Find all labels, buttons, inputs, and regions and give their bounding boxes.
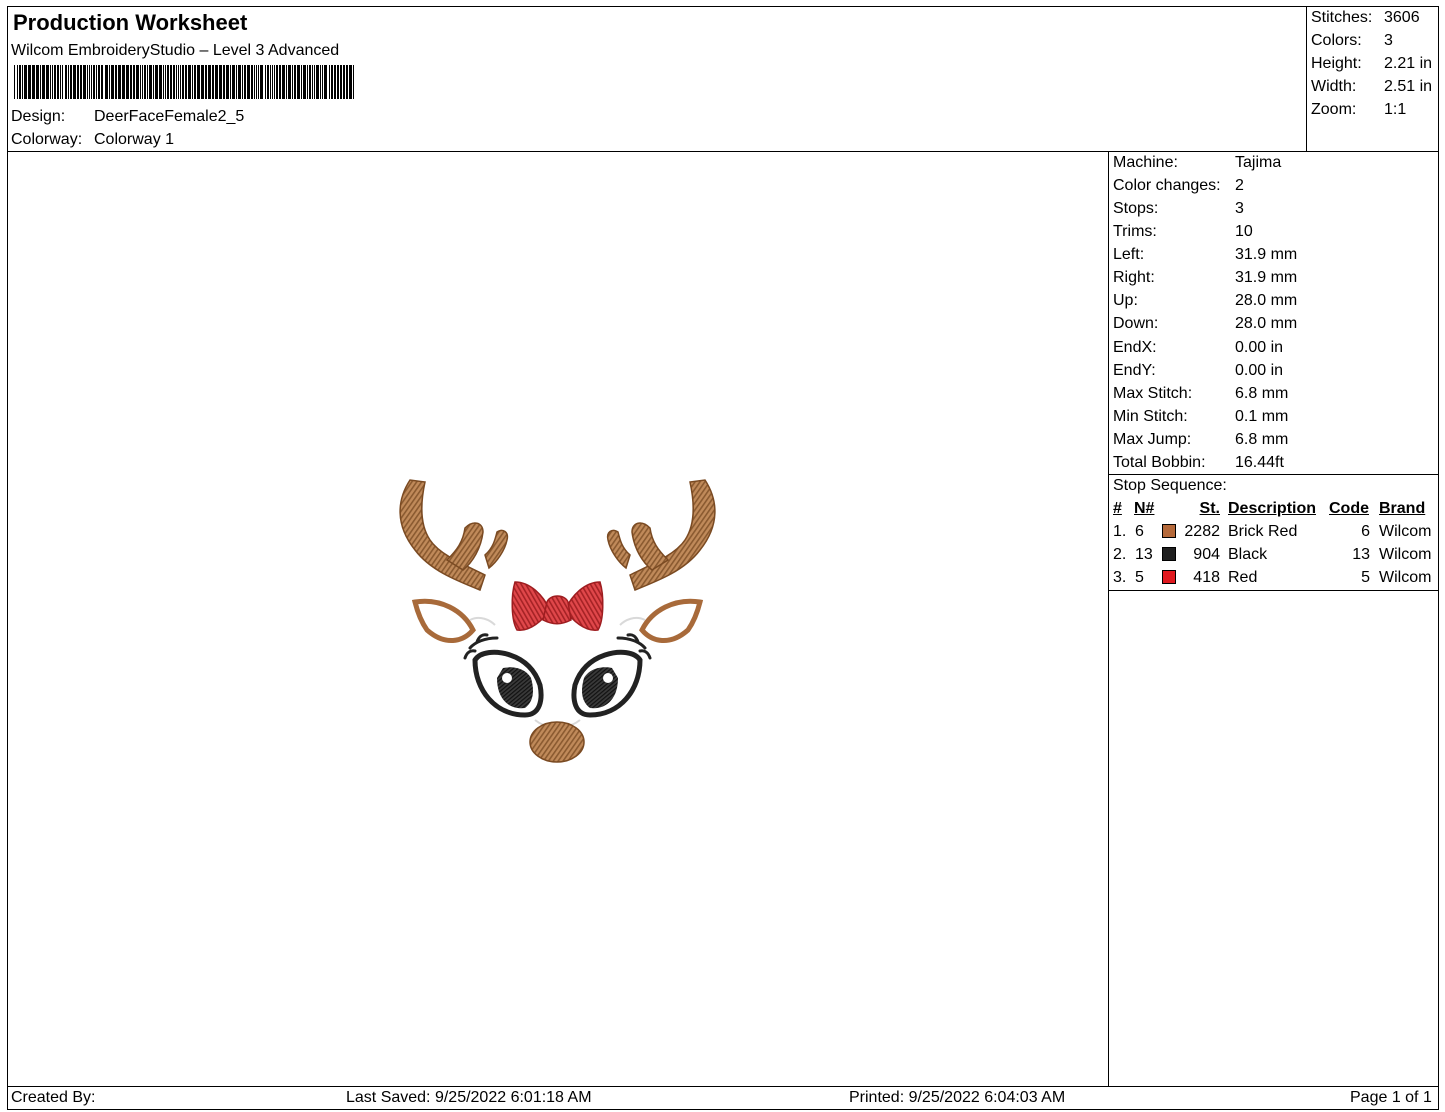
- color-swatch: [1162, 547, 1176, 561]
- detail-label: Max Stitch:: [1113, 384, 1193, 402]
- detail-label: Min Stitch:: [1113, 407, 1188, 425]
- detail-label: Total Bobbin:: [1113, 453, 1206, 471]
- stop-sequence-divider: [1108, 590, 1439, 591]
- stop-row-num: 1.: [1113, 523, 1127, 540]
- col-stitches: St.: [1199, 500, 1220, 517]
- stop-row-brand: Wilcom: [1379, 569, 1432, 586]
- deer-face-design: [399, 479, 716, 763]
- summary-value: 3606: [1384, 9, 1420, 26]
- stop-row-num: 3.: [1113, 569, 1127, 586]
- detail-value: 0.00 in: [1235, 361, 1284, 379]
- detail-value: 31.9 mm: [1235, 269, 1298, 287]
- detail-label: EndX:: [1113, 338, 1157, 356]
- summary-value: 3: [1384, 32, 1393, 49]
- detail-value: 28.0 mm: [1235, 315, 1298, 333]
- design-value: DeerFaceFemale2_5: [94, 108, 245, 125]
- detail-label: Down:: [1113, 315, 1159, 333]
- created-by: Created By:: [11, 1089, 96, 1106]
- stop-row-stitches: 418: [1193, 569, 1220, 586]
- detail-value: 6.8 mm: [1235, 430, 1289, 448]
- colorway-value: Colorway 1: [94, 131, 175, 148]
- detail-value: 0.00 in: [1235, 338, 1284, 356]
- summary-label: Zoom:: [1311, 101, 1357, 118]
- stop-row-description: Brick Red: [1228, 523, 1298, 540]
- detail-label: Stops:: [1113, 200, 1159, 218]
- right-ear: [639, 598, 704, 643]
- detail-label: Machine:: [1113, 154, 1178, 171]
- stop-row-stitches: 904: [1193, 546, 1220, 563]
- summary-value: 2.21 in: [1384, 55, 1433, 72]
- last-saved: Last Saved: 9/25/2022 6:01:18 AM: [346, 1089, 592, 1106]
- col-num: #: [1113, 500, 1122, 517]
- stop-row-num: 2.: [1113, 546, 1127, 563]
- nose: [529, 721, 585, 763]
- stop-row-needle: 6: [1135, 523, 1144, 540]
- barcode: [14, 65, 354, 99]
- detail-label: EndY:: [1113, 361, 1156, 379]
- detail-value: 3: [1235, 200, 1244, 218]
- worksheet-footer: [7, 1086, 1439, 1110]
- detail-label: Left:: [1113, 246, 1145, 264]
- left-ear: [411, 598, 476, 643]
- detail-value: 31.9 mm: [1235, 246, 1298, 264]
- detail-label: Right:: [1113, 269, 1155, 287]
- left-eye: [472, 649, 544, 718]
- col-brand: Brand: [1379, 500, 1426, 517]
- stop-row-code: 5: [1361, 569, 1370, 586]
- summary-value: 2.51 in: [1384, 78, 1433, 95]
- page-title: Production Worksheet: [13, 10, 248, 35]
- stop-row-description: Red: [1228, 569, 1258, 586]
- detail-label: Color changes:: [1113, 177, 1221, 195]
- detail-value: 6.8 mm: [1235, 384, 1289, 402]
- summary-label: Stitches:: [1311, 9, 1373, 26]
- summary-label: Height:: [1311, 55, 1362, 72]
- detail-value: 10: [1235, 223, 1253, 241]
- printed-date: Printed: 9/25/2022 6:04:03 AM: [849, 1089, 1066, 1106]
- stop-row-brand: Wilcom: [1379, 523, 1432, 540]
- col-description: Description: [1228, 500, 1317, 517]
- summary-label: Colors:: [1311, 32, 1362, 49]
- design-label: Design:: [11, 108, 66, 125]
- stop-row-stitches: 2282: [1184, 523, 1220, 540]
- detail-label: Up:: [1113, 292, 1138, 310]
- detail-label: Trims:: [1113, 223, 1157, 241]
- stop-sequence-title: Stop Sequence:: [1113, 477, 1227, 494]
- stop-row-code: 6: [1361, 523, 1370, 540]
- detail-value: 0.1 mm: [1235, 407, 1289, 425]
- col-n: N#: [1134, 500, 1155, 517]
- summary-label: Width:: [1311, 78, 1357, 95]
- detail-value: Tajima: [1235, 154, 1282, 171]
- col-code: Code: [1329, 500, 1369, 517]
- details-divider: [1108, 474, 1439, 475]
- stop-row-description: Black: [1228, 546, 1268, 563]
- color-swatch: [1162, 524, 1176, 538]
- right-eye: [571, 649, 643, 718]
- stop-row-brand: Wilcom: [1379, 546, 1432, 563]
- detail-value: 28.0 mm: [1235, 292, 1298, 310]
- left-antler: [399, 479, 509, 591]
- color-swatch: [1162, 570, 1176, 584]
- right-antler: [606, 479, 716, 591]
- detail-value: 16.44ft: [1235, 453, 1284, 471]
- stop-row-needle: 5: [1135, 569, 1144, 586]
- page-number: Page 1 of 1: [1350, 1089, 1432, 1106]
- software-name: Wilcom EmbroideryStudio – Level 3 Advanc…: [11, 42, 340, 59]
- stop-row-needle: 13: [1135, 546, 1153, 563]
- colorway-label: Colorway:: [11, 131, 83, 148]
- bow: [511, 581, 604, 631]
- summary-value: 1:1: [1384, 101, 1407, 118]
- stop-row-code: 13: [1352, 546, 1370, 563]
- detail-value: 2: [1235, 177, 1244, 195]
- detail-label: Max Jump:: [1113, 430, 1192, 448]
